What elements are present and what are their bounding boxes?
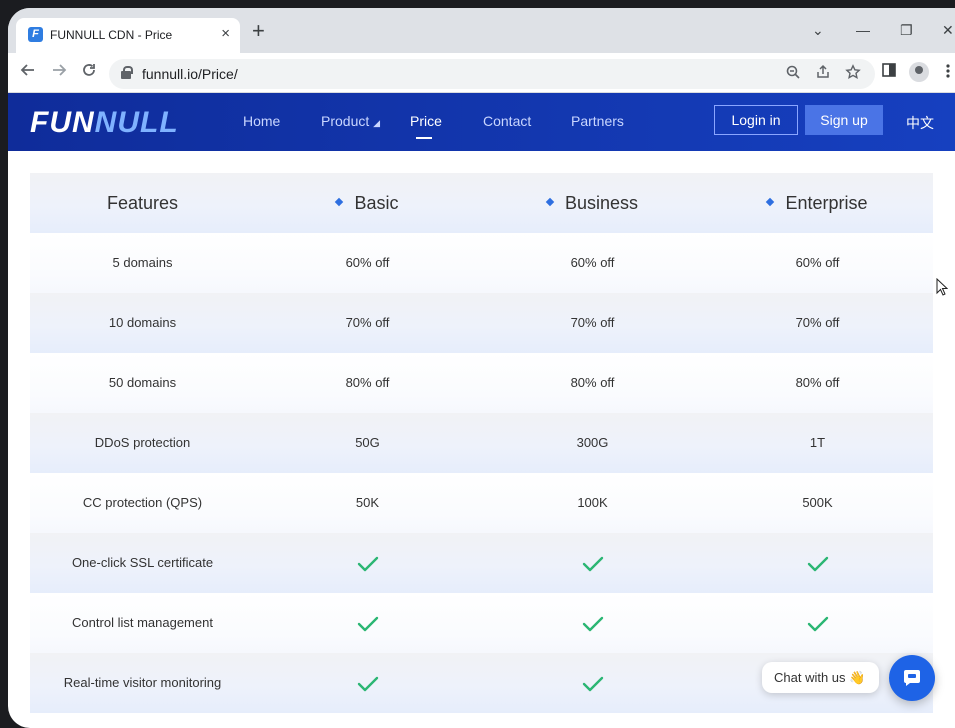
chat-prompt[interactable]: Chat with us 👋	[762, 662, 879, 693]
cell-business: 60% off	[570, 255, 615, 270]
cell-feature: 5 domains	[112, 255, 173, 270]
column-label: Enterprise	[785, 193, 868, 213]
cell-feature: 50 domains	[108, 375, 177, 390]
column-label: Basic	[354, 193, 399, 213]
menu-icon[interactable]	[946, 63, 950, 83]
check-icon	[255, 653, 480, 713]
nav-product[interactable]: Product ◢	[321, 113, 380, 129]
lock-icon[interactable]	[121, 66, 133, 79]
reload-icon[interactable]	[81, 62, 97, 83]
mouse-cursor-icon	[936, 277, 949, 301]
cell-business: 80% off	[570, 375, 615, 390]
star-icon[interactable]	[845, 64, 861, 84]
cell-enterprise: 70% off	[795, 315, 840, 330]
cell-feature: Real-time visitor monitoring	[63, 675, 222, 690]
table-row: 10 domains 70% off 70% off 70% off	[30, 293, 933, 353]
check-icon	[480, 653, 705, 713]
chat-label: Chat with us	[774, 670, 846, 685]
logo-letter: F	[30, 106, 50, 139]
tab-search-icon[interactable]: ⌄	[812, 22, 824, 39]
table-row: 50 domains 80% off 80% off 80% off	[30, 353, 933, 413]
nav-home[interactable]: Home	[243, 113, 280, 129]
language-switch[interactable]: 中文	[906, 113, 934, 133]
restore-icon[interactable]: ❐	[900, 22, 913, 39]
share-icon[interactable]	[815, 64, 831, 84]
nav-product-label: Product	[321, 113, 370, 129]
table-row: 5 domains 60% off 60% off 60% off	[30, 233, 933, 293]
cell-enterprise: 80% off	[795, 375, 840, 390]
cell-enterprise: 500K	[802, 495, 833, 510]
diamond-icon	[766, 198, 775, 207]
tab-close-icon[interactable]: ×	[221, 25, 230, 42]
table-row: One-click SSL certificate	[30, 533, 933, 593]
column-label: Business	[564, 193, 639, 213]
cell-feature: CC protection (QPS)	[82, 495, 203, 510]
diamond-icon	[335, 198, 344, 207]
cell-business: 100K	[577, 495, 608, 510]
url-text[interactable]: funnull.io/Price/	[142, 66, 238, 82]
close-window-icon[interactable]: ✕	[942, 22, 954, 39]
browser-tab[interactable]: F FUNNULL CDN - Price ×	[16, 18, 240, 53]
logo-accent: NULL	[94, 106, 179, 139]
cell-basic: 50G	[355, 435, 380, 450]
pricing-table: Features Basic Business Enterprise 5 dom…	[30, 173, 933, 713]
browser-toolbar: funnull.io/Price/	[8, 53, 955, 93]
new-tab-icon[interactable]: +	[252, 20, 265, 42]
check-icon	[255, 593, 480, 653]
cell-feature: Control list management	[72, 615, 213, 630]
check-icon	[255, 533, 480, 593]
check-icon	[705, 533, 930, 593]
cell-enterprise: 60% off	[795, 255, 840, 270]
cell-basic: 50K	[355, 495, 380, 510]
check-icon	[705, 593, 930, 653]
check-icon	[480, 593, 705, 653]
table-body: 5 domains 60% off 60% off 60% off 10 domains…	[30, 233, 933, 713]
profile-icon[interactable]	[909, 62, 929, 82]
diamond-icon	[545, 198, 555, 207]
zoom-icon[interactable]	[785, 64, 801, 84]
cell-feature: One-click SSL certificate	[71, 555, 214, 570]
table-row: Control list management	[30, 593, 933, 653]
tab-strip: F FUNNULL CDN - Price × + ⌄ — ❐ ✕	[8, 8, 955, 53]
back-arrow-icon[interactable]	[20, 62, 36, 83]
check-icon	[480, 533, 705, 593]
sidebar-icon[interactable]	[882, 63, 896, 81]
browser-window: F FUNNULL CDN - Price × + ⌄ — ❐ ✕ funnul…	[8, 8, 955, 728]
cell-basic: 80% off	[345, 375, 390, 390]
nav-partners[interactable]: Partners	[571, 113, 624, 129]
address-bar[interactable]: funnull.io/Price/	[109, 59, 875, 89]
cell-basic: 70% off	[345, 315, 390, 330]
signup-button[interactable]: Sign up	[805, 105, 883, 135]
tab-title: FUNNULL CDN - Price	[50, 28, 173, 42]
table-row: CC protection (QPS) 50K 100K 500K	[30, 473, 933, 533]
funnull-logo[interactable]: FUNNULL	[30, 106, 179, 140]
cell-business: 70% off	[570, 315, 615, 330]
chat-button[interactable]	[889, 655, 935, 701]
forward-arrow-icon[interactable]	[51, 62, 67, 83]
nav-contact[interactable]: Contact	[483, 113, 531, 129]
cell-feature: DDoS protection	[94, 435, 191, 450]
column-header-features: Features	[106, 193, 179, 213]
cell-enterprise: 1T	[809, 435, 826, 450]
dropdown-caret-icon: ◢	[373, 118, 381, 128]
site-header: FUNNULL Home Product ◢ Price Contact Par…	[8, 93, 955, 151]
column-header-basic: Basic	[255, 173, 480, 233]
logo-mid: UN	[49, 106, 95, 139]
waving-hand-icon: 👋	[849, 670, 866, 685]
login-button[interactable]: Login in	[714, 105, 798, 135]
nav-price[interactable]: Price	[410, 113, 442, 139]
favicon-icon: F	[28, 27, 43, 42]
column-header-business: Business	[480, 173, 705, 233]
cell-business: 300G	[576, 435, 609, 450]
cell-feature: 10 domains	[108, 315, 177, 330]
table-header-row: Features Basic Business Enterprise	[30, 173, 933, 233]
column-header-enterprise: Enterprise	[705, 173, 930, 233]
chat-bubble-icon	[904, 670, 920, 686]
minimize-icon[interactable]: —	[856, 22, 870, 38]
table-row: DDoS protection 50G 300G 1T	[30, 413, 933, 473]
cell-basic: 60% off	[345, 255, 390, 270]
